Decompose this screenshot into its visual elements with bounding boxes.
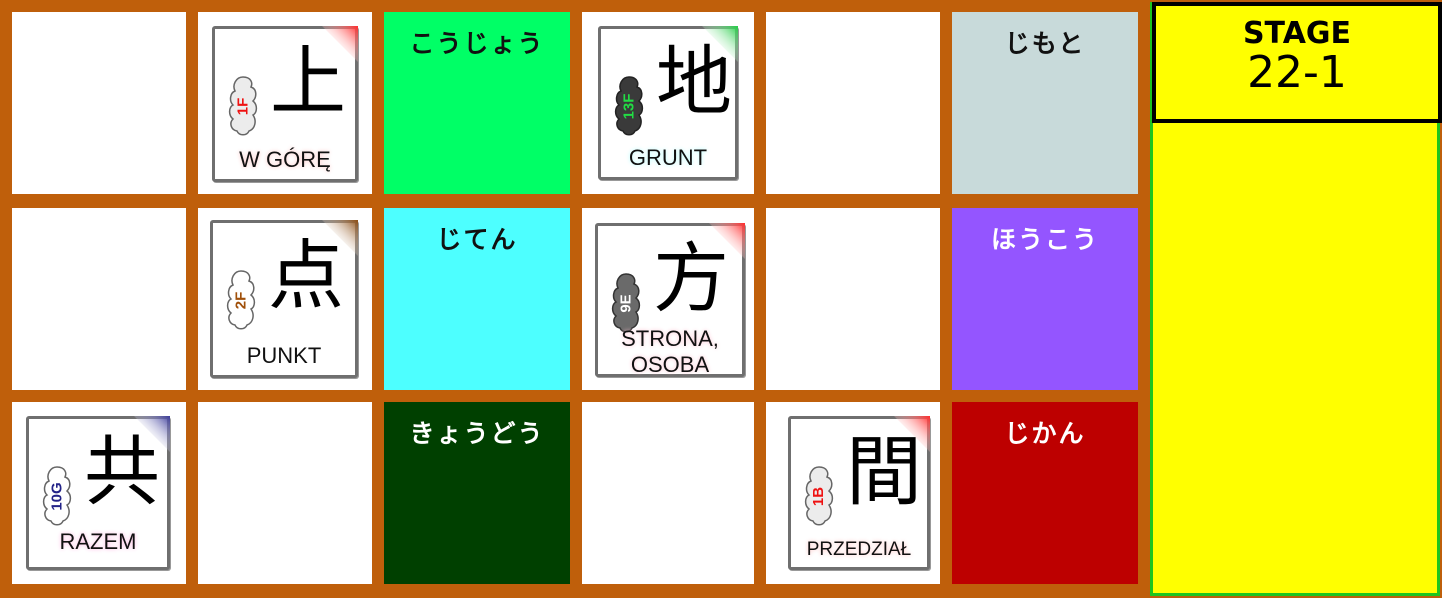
card-meaning: W GÓRĘ	[239, 147, 331, 172]
kanji-card-tomo[interactable]: 10G 共 RAZEM	[26, 416, 170, 570]
board-cell-empty[interactable]	[12, 12, 186, 194]
card-meaning-line1: STRONA,	[621, 326, 719, 351]
card-code: 1B	[810, 486, 828, 506]
card-meaning: GRUNT	[628, 145, 708, 170]
card-meaning: PRZEDZIAŁ	[806, 539, 912, 560]
kanji-glyph: 点	[268, 231, 344, 320]
word-label: じかん	[1004, 419, 1086, 448]
card-meaning: RAZEM	[59, 529, 137, 554]
word-cell-jiten[interactable]: じてん	[384, 208, 570, 390]
kanji-card-ue[interactable]: 1F 上 W GÓRĘ	[212, 26, 358, 182]
word-label: じてん	[436, 225, 518, 254]
board-cell-empty[interactable]	[766, 12, 940, 194]
card-code: 9E	[617, 293, 635, 313]
kanji-glyph: 間	[846, 427, 922, 516]
word-label: こうじょう	[409, 29, 545, 58]
card-meaning-line2: OSOBA	[630, 352, 710, 377]
word-cell-koujou[interactable]: こうじょう	[384, 12, 570, 194]
kanji-glyph: 上	[270, 37, 346, 126]
card-code: 10G	[48, 481, 66, 511]
card-code: 2F	[232, 291, 250, 309]
kanji-glyph: 共	[84, 427, 160, 516]
stage-label: STAGE	[1242, 16, 1352, 51]
kanji-card-ten[interactable]: 2F 点 PUNKT	[210, 220, 358, 378]
card-code: 13F	[620, 93, 638, 119]
card-code: 1F	[234, 97, 252, 115]
kanji-card-hou[interactable]: 9E 方 STRONA, OSOBA	[595, 223, 745, 377]
stage-indicator: STAGE 22-1	[1152, 2, 1442, 123]
stage-number: 22-1	[1247, 47, 1347, 98]
word-cell-jikan[interactable]: じかん	[952, 402, 1138, 584]
card-meaning: PUNKT	[246, 343, 322, 368]
board-cell-empty[interactable]	[766, 208, 940, 390]
word-cell-kyoudou[interactable]: きょうどう	[384, 402, 570, 584]
kanji-card-chi[interactable]: 13F 地 GRUNT	[598, 26, 738, 180]
word-cell-houkou[interactable]: ほうこう	[952, 208, 1138, 390]
word-label: じもと	[1004, 29, 1086, 58]
board-cell-empty[interactable]	[198, 402, 372, 584]
word-label: ほうこう	[990, 225, 1099, 254]
kanji-glyph: 方	[653, 234, 729, 323]
board-cell-empty[interactable]	[582, 402, 754, 584]
board-cell-empty[interactable]	[12, 208, 186, 390]
kanji-glyph: 地	[656, 37, 732, 126]
word-label: きょうどう	[409, 419, 545, 448]
kanji-card-aida[interactable]: 1B 間 PRZEDZIAŁ	[788, 416, 930, 570]
word-cell-jimoto[interactable]: じもと	[952, 12, 1138, 194]
